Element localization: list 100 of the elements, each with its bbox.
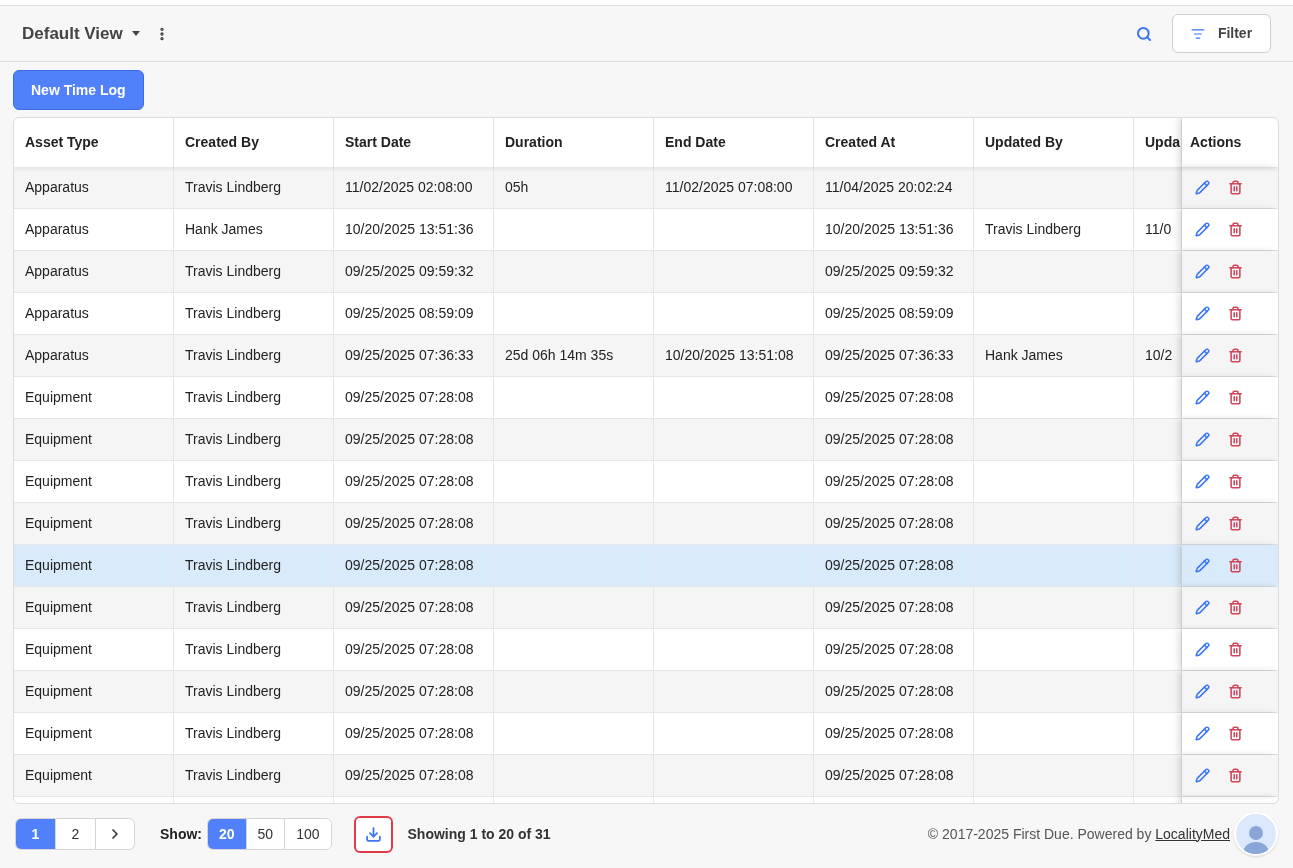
table-row[interactable]: Equipment Travis Lindberg 09/25/2025 07:28:08 09/25/2025 07:28:08 — [14, 545, 1278, 587]
edit-icon[interactable] — [1195, 306, 1210, 321]
results-summary: Showing 1 to 20 of 31 — [407, 824, 551, 844]
delete-icon[interactable] — [1228, 600, 1243, 615]
table-cell-text: 05h — [505, 178, 529, 197]
table-row[interactable]: Apparatus Travis Lindberg 09/25/2025 07:36:33 25d 06h 14m 35s 10/20/2025 13:51:08 09/25/2025 07:36:33 Hank James 10/2 — [14, 335, 1278, 377]
column-header[interactable]: Upda — [1145, 132, 1180, 153]
table-cell-text: Equipment — [25, 766, 92, 785]
table-cell-text: Travis Lindberg — [985, 220, 1081, 239]
table-cell-text: 09/25/2025 07:28:08 — [825, 766, 954, 785]
caret-icon[interactable] — [131, 31, 140, 36]
table-cell-text: 09/25/2025 07:28:08 — [345, 556, 474, 575]
page-button[interactable]: 1 — [16, 819, 56, 849]
filter-icon — [1190, 26, 1205, 41]
table-cell-text: Equipment — [25, 682, 92, 701]
table-row[interactable]: Apparatus Travis Lindberg 09/25/2025 08:59:09 09/25/2025 08:59:09 — [14, 293, 1278, 335]
edit-icon[interactable] — [1195, 516, 1210, 531]
edit-icon[interactable] — [1195, 348, 1210, 363]
table-cell-text: 09/25/2025 07:28:08 — [345, 598, 474, 617]
search-icon[interactable] — [1136, 25, 1152, 42]
table-row[interactable]: Equipment Travis Lindberg 09/25/2025 07:28:08 09/25/2025 07:28:08 — [14, 671, 1278, 713]
table-row[interactable]: Apparatus Hank James 10/20/2025 13:51:36 10/20/2025 13:51:36 Travis Lindberg 11/0 — [14, 209, 1278, 251]
table-cell-text: Travis Lindberg — [185, 766, 281, 785]
download-icon — [364, 825, 382, 843]
table-row[interactable]: Equipment Travis Lindberg 09/25/2025 07:28:08 09/25/2025 07:28:08 — [14, 377, 1278, 419]
table-cell-text: 09/25/2025 07:28:08 — [345, 514, 474, 533]
table-cell-text: Travis Lindberg — [185, 346, 281, 365]
filter-button[interactable]: Filter — [1172, 14, 1271, 53]
delete-icon[interactable] — [1228, 432, 1243, 447]
table-cell-text: 09/25/2025 07:28:08 — [825, 472, 954, 491]
delete-icon[interactable] — [1228, 306, 1243, 321]
table-cell-text: 11/0 — [1145, 220, 1172, 239]
edit-icon[interactable] — [1195, 474, 1210, 489]
column-header[interactable]: Asset Type — [25, 132, 99, 153]
table-cell-text: Travis Lindberg — [185, 514, 281, 533]
delete-icon[interactable] — [1228, 222, 1243, 237]
delete-icon[interactable] — [1228, 726, 1243, 741]
footer-link[interactable]: LocalityMed — [1155, 823, 1230, 845]
delete-icon[interactable] — [1228, 264, 1243, 279]
table-cell-text: 09/25/2025 07:36:33 — [825, 346, 954, 365]
column-header[interactable]: Created At — [825, 132, 896, 153]
edit-icon[interactable] — [1195, 222, 1210, 237]
table-row[interactable]: Equipment Travis Lindberg 09/25/2025 07:28:08 09/25/2025 07:28:08 — [14, 587, 1278, 629]
table-row[interactable]: Equipment Travis Lindberg 09/25/2025 07:28:08 09/25/2025 07:28:08 — [14, 419, 1278, 461]
table-cell-text: 10/20/2025 13:51:36 — [345, 220, 474, 239]
column-header[interactable]: End Date — [665, 132, 726, 153]
download-button[interactable] — [353, 815, 393, 853]
column-header[interactable]: Duration — [505, 132, 563, 153]
assistant-avatar[interactable] — [1234, 812, 1278, 856]
table-cell-text: Apparatus — [25, 304, 89, 323]
table-cell-text: Hank James — [185, 220, 263, 239]
table-cell-text: 09/25/2025 07:28:08 — [345, 430, 474, 449]
table-cell-text: Travis Lindberg — [185, 430, 281, 449]
delete-icon[interactable] — [1228, 516, 1243, 531]
edit-icon[interactable] — [1195, 726, 1210, 741]
edit-icon[interactable] — [1195, 264, 1210, 279]
table-cell-text: 09/25/2025 07:28:08 — [825, 724, 954, 743]
delete-icon[interactable] — [1228, 558, 1243, 573]
table-cell-text: 09/25/2025 08:59:09 — [345, 304, 474, 323]
table-cell-text: Travis Lindberg — [185, 262, 281, 281]
table-cell-text: Hank James — [985, 346, 1063, 365]
delete-icon[interactable] — [1228, 348, 1243, 363]
column-header[interactable]: Updated By — [985, 132, 1063, 153]
table-cell-text: Travis Lindberg — [185, 178, 281, 197]
edit-icon[interactable] — [1195, 390, 1210, 405]
table-row[interactable]: Equipment Travis Lindberg 09/25/2025 07:28:08 09/25/2025 07:28:08 — [14, 629, 1278, 671]
edit-icon[interactable] — [1195, 768, 1210, 783]
table-cell-text: 09/25/2025 07:28:08 — [825, 388, 954, 407]
table-cell-text: 09/25/2025 08:59:09 — [825, 304, 954, 323]
table-cell-text: 09/25/2025 07:28:08 — [345, 472, 474, 491]
column-header: Actions — [1190, 133, 1242, 152]
table-cell-text: 10/20/2025 13:51:08 — [665, 346, 794, 365]
delete-icon[interactable] — [1228, 474, 1243, 489]
view-title[interactable]: Default View — [22, 20, 123, 47]
delete-icon[interactable] — [1228, 390, 1243, 405]
edit-icon[interactable] — [1195, 432, 1210, 447]
table-row[interactable]: Equipment Travis Lindberg 09/25/2025 07:28:08 09/25/2025 07:28:08 — [14, 713, 1278, 755]
edit-icon[interactable] — [1195, 684, 1210, 699]
edit-icon[interactable] — [1195, 558, 1210, 573]
delete-icon[interactable] — [1228, 180, 1243, 195]
table-cell-text: 09/25/2025 07:28:08 — [825, 640, 954, 659]
delete-icon[interactable] — [1228, 768, 1243, 783]
table-row[interactable]: Equipment Travis Lindberg 09/25/2025 07:28:08 09/25/2025 07:28:08 — [14, 503, 1278, 545]
delete-icon[interactable] — [1228, 684, 1243, 699]
delete-icon[interactable] — [1228, 642, 1243, 657]
table-row[interactable]: Apparatus Travis Lindberg 11/02/2025 02:08:00 05h 11/02/2025 07:08:00 11/04/2025 20:02:24 — [14, 167, 1278, 209]
table-cell-text: 09/25/2025 07:28:08 — [345, 682, 474, 701]
table-row[interactable]: Equipment Travis Lindberg 09/25/2025 07:28:08 09/25/2025 07:28:08 — [14, 755, 1278, 797]
edit-icon[interactable] — [1195, 642, 1210, 657]
column-header[interactable]: Created By — [185, 132, 259, 153]
table-row[interactable]: Equipment Travis Lindberg 09/25/2025 07:28:08 09/25/2025 07:28:08 — [14, 461, 1278, 503]
page-size-button[interactable]: 20 — [208, 819, 247, 849]
edit-icon[interactable] — [1195, 180, 1210, 195]
table-cell-text: Travis Lindberg — [185, 472, 281, 491]
table-row[interactable]: Apparatus Travis Lindberg 09/25/2025 09:59:32 09/25/2025 09:59:32 — [14, 251, 1278, 293]
new-time-log-button[interactable]: New Time Log — [13, 70, 144, 110]
edit-icon[interactable] — [1195, 600, 1210, 615]
table-cell-text: Equipment — [25, 640, 92, 659]
copyright-text: © 2017-2025 First Due. Powered by — [927, 824, 1153, 844]
column-header[interactable]: Start Date — [345, 132, 412, 153]
